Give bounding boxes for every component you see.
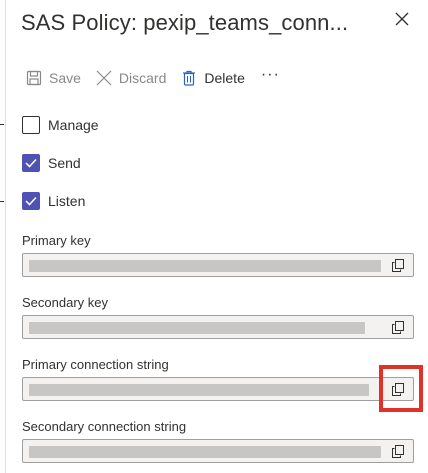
copy-secondary-key-button[interactable]	[384, 317, 412, 337]
secondary-connection-string-label: Secondary connection string	[22, 419, 187, 434]
copy-icon	[392, 382, 404, 396]
discard-button[interactable]: Discard	[95, 66, 166, 90]
redacted-value	[29, 322, 365, 334]
copy-icon	[392, 444, 404, 458]
panel-title: SAS Policy: pexip_teams_conn...	[21, 10, 349, 35]
sas-policy-panel: SAS Policy: pexip_teams_conn... Save Dis…	[6, 0, 428, 473]
redacted-value	[29, 384, 369, 396]
copy-icon	[392, 320, 404, 334]
close-panel-button[interactable]	[392, 9, 412, 29]
close-icon	[95, 69, 113, 87]
checkmark-icon	[25, 158, 37, 168]
send-checkbox[interactable]	[22, 154, 40, 172]
manage-label: Manage	[48, 117, 99, 133]
secondary-key-field[interactable]	[22, 315, 414, 339]
trash-icon	[180, 69, 198, 87]
command-bar: Save Discard Delete ···	[25, 66, 280, 90]
manage-checkbox[interactable]	[22, 116, 40, 134]
primary-key-label: Primary key	[22, 233, 91, 248]
primary-connection-string-label: Primary connection string	[22, 357, 169, 372]
primary-connection-string-field[interactable]	[22, 377, 414, 401]
listen-label: Listen	[48, 193, 86, 209]
redacted-value	[29, 446, 381, 458]
redacted-value	[29, 260, 381, 272]
copy-icon	[392, 258, 404, 272]
manage-checkbox-row[interactable]: Manage	[22, 116, 99, 134]
save-label: Save	[49, 70, 81, 86]
background-tick	[0, 124, 4, 125]
close-icon	[395, 12, 409, 26]
primary-key-field[interactable]	[22, 253, 414, 277]
discard-label: Discard	[118, 70, 167, 86]
save-icon	[25, 69, 43, 87]
more-actions-button[interactable]: ···	[261, 67, 280, 87]
copy-secondary-connection-string-button[interactable]	[384, 441, 412, 461]
background-tick	[0, 201, 4, 202]
save-button[interactable]: Save	[25, 66, 81, 90]
delete-button[interactable]: Delete	[180, 66, 245, 90]
listen-checkbox-row[interactable]: Listen	[22, 192, 85, 210]
delete-label: Delete	[204, 70, 245, 86]
copy-primary-key-button[interactable]	[384, 255, 412, 275]
checkmark-icon	[25, 196, 37, 206]
listen-checkbox[interactable]	[22, 192, 40, 210]
send-checkbox-row[interactable]: Send	[22, 154, 81, 172]
secondary-key-label: Secondary key	[22, 295, 108, 310]
secondary-connection-string-field[interactable]	[22, 439, 414, 463]
send-label: Send	[48, 155, 81, 171]
copy-primary-connection-string-button[interactable]	[384, 379, 412, 399]
